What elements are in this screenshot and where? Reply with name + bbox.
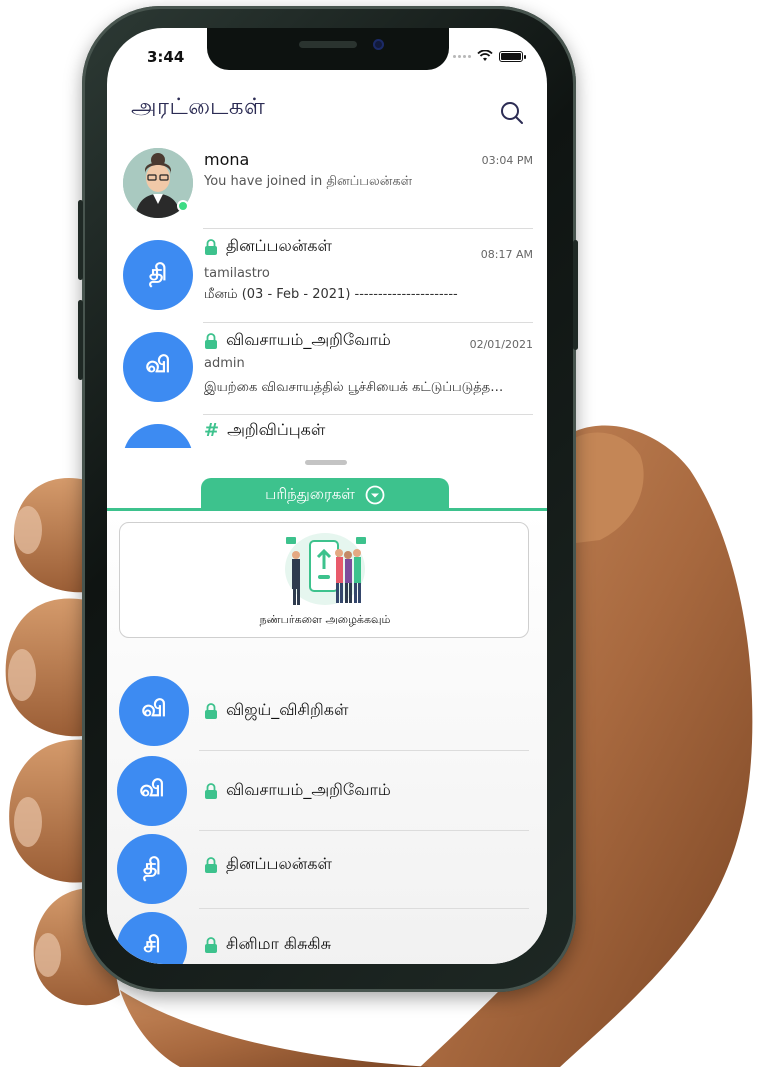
avatar: வி (119, 676, 189, 746)
status-time: 3:44 (147, 48, 185, 66)
suggestion-item[interactable]: தி தினப்பலன்கள் (107, 834, 547, 904)
app-header: அரட்டைகள் (107, 90, 547, 130)
chat-title: தினப்பலன்கள் (226, 236, 332, 255)
camera-icon (373, 39, 384, 50)
recommendations-tab-label: பரிந்துரைகள் (265, 484, 355, 503)
chat-preview: இயற்கை விவசாயத்தில் பூச்சியைக் கட்டுப்பட… (204, 380, 504, 395)
signal-dots-icon (453, 54, 471, 58)
notch (207, 28, 449, 70)
avatar: வி (117, 756, 187, 826)
divider (203, 322, 533, 323)
chevron-down-icon (365, 485, 385, 504)
chat-preview: மீனம் (03 - Feb - 2021) ----------------… (204, 287, 458, 302)
suggestion-title: தினப்பலன்கள் (226, 854, 332, 873)
hash-icon: # (204, 420, 220, 441)
avatar: சி (117, 912, 187, 964)
chat-item-thinappalangal[interactable]: தி தினப்பலன்கள் 08:17 AM tamilastro மீனம… (107, 236, 547, 320)
chat-title: அறிவிப்புகள் (227, 420, 326, 439)
lock-icon (205, 238, 217, 255)
avatar: தி (123, 240, 193, 310)
recommendations-tab[interactable]: பரிந்துரைகள் (201, 478, 449, 511)
lock-icon (205, 702, 217, 719)
speaker-grille (299, 41, 357, 48)
avatar (123, 424, 193, 448)
page-title: அரட்டைகள் (131, 94, 266, 120)
invite-friends-card[interactable]: நண்பர்களை அழைக்கவும் (119, 522, 529, 638)
chat-title: விவசாயம்_அறிவோம் (226, 330, 391, 349)
lock-icon (205, 936, 217, 953)
chat-time: 08:17 AM (480, 248, 533, 261)
invite-friends-label: நண்பர்களை அழைக்கவும் (259, 613, 391, 626)
chat-time: 02/01/2021 (469, 338, 533, 351)
power-button (573, 240, 578, 350)
divider (199, 830, 529, 831)
divider (199, 750, 529, 751)
volume-button (78, 200, 83, 280)
chat-item-vivasayam[interactable]: வி விவசாயம்_அறிவோம் 02/01/2021 admin இயற… (107, 330, 547, 414)
chat-sender: admin (204, 356, 245, 371)
phone-screen: 3:44 அரட்டைகள் mona 03:04 PM You have jo… (107, 28, 547, 964)
suggestion-item[interactable]: சி சினிமா கிசுகிசு (107, 912, 547, 964)
suggestion-title: சினிமா கிசுகிசு (226, 934, 332, 953)
lock-icon (205, 856, 217, 873)
battery-icon (499, 50, 526, 62)
chat-time: 03:04 PM (481, 154, 533, 167)
chat-title: mona (204, 150, 250, 169)
divider (199, 908, 529, 909)
divider (203, 228, 533, 229)
avatar: வி (123, 332, 193, 402)
volume-button (78, 300, 83, 380)
divider (203, 414, 533, 415)
chat-preview: You have joined in தினப்பலன்கள் (204, 174, 413, 189)
invite-friends-illustration (285, 533, 366, 605)
avatar: தி (117, 834, 187, 904)
chat-sender: tamilastro (204, 266, 270, 281)
suggestion-item[interactable]: வி விஜய்_விசிறிகள் (107, 676, 547, 746)
wifi-icon (477, 50, 493, 61)
online-status-indicator (177, 200, 189, 212)
lock-icon (205, 782, 217, 799)
suggestion-item[interactable]: வி விவசாயம்_அறிவோம் (107, 756, 547, 826)
suggestion-title: விவசாயம்_அறிவோம் (226, 780, 391, 799)
search-icon[interactable] (499, 100, 525, 126)
suggestion-title: விஜய்_விசிறிகள் (226, 700, 349, 719)
lock-icon (205, 332, 217, 349)
chat-item-mona[interactable]: mona 03:04 PM You have joined in தினப்பல… (107, 148, 547, 228)
chat-item-arivippugal[interactable]: # அறிவிப்புகள் (107, 420, 547, 448)
sheet-drag-handle[interactable] (305, 460, 347, 465)
status-icons (453, 50, 526, 62)
